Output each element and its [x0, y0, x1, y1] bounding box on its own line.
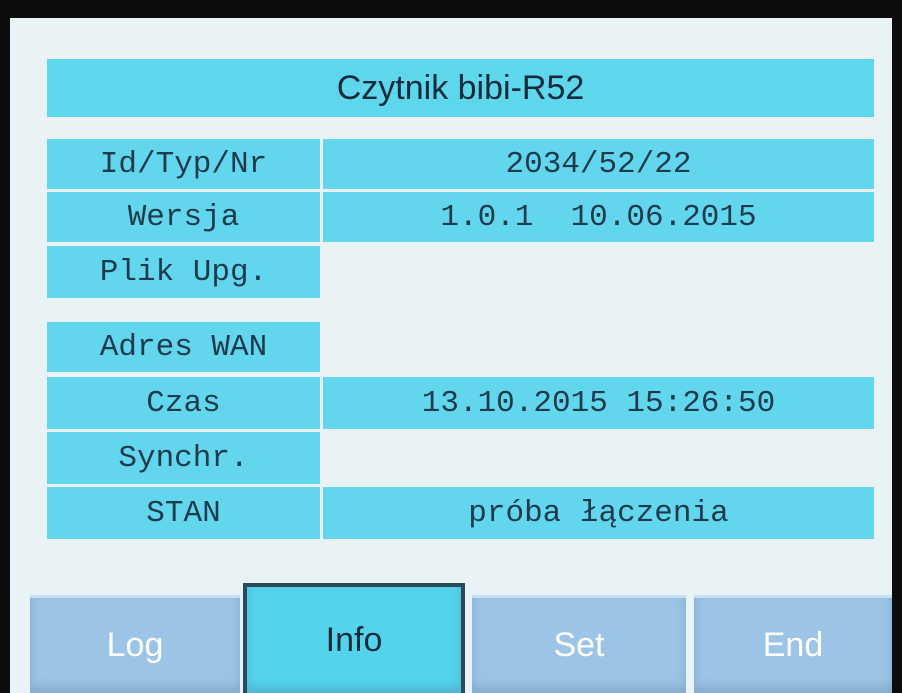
label-id-typ-nr: Id/Typ/Nr	[47, 139, 320, 189]
tab-info[interactable]: Info	[243, 583, 465, 693]
tab-bar: Log Info Set End	[10, 583, 892, 693]
tab-end[interactable]: End	[694, 595, 892, 693]
label-stan: STAN	[47, 487, 320, 539]
value-adres-wan	[323, 322, 874, 372]
tab-log[interactable]: Log	[30, 595, 240, 693]
tab-set[interactable]: Set	[472, 595, 686, 693]
label-czas: Czas	[47, 377, 320, 429]
label-adres-wan: Adres WAN	[47, 322, 320, 372]
value-stan: próba łączenia	[323, 487, 874, 539]
value-synchr	[323, 432, 874, 484]
device-bezel: Czytnik bibi-R52 Id/Typ/Nr 2034/52/22 We…	[0, 0, 902, 693]
label-wersja: Wersja	[47, 192, 320, 242]
page-title: Czytnik bibi-R52	[47, 59, 874, 117]
label-plik-upg: Plik Upg.	[47, 246, 320, 298]
touch-screen: Czytnik bibi-R52 Id/Typ/Nr 2034/52/22 We…	[10, 18, 892, 693]
value-id-typ-nr: 2034/52/22	[323, 139, 874, 189]
value-wersja: 1.0.1 10.06.2015	[323, 192, 874, 242]
label-synchr: Synchr.	[47, 432, 320, 484]
value-plik-upg	[323, 246, 874, 298]
value-czas: 13.10.2015 15:26:50	[323, 377, 874, 429]
